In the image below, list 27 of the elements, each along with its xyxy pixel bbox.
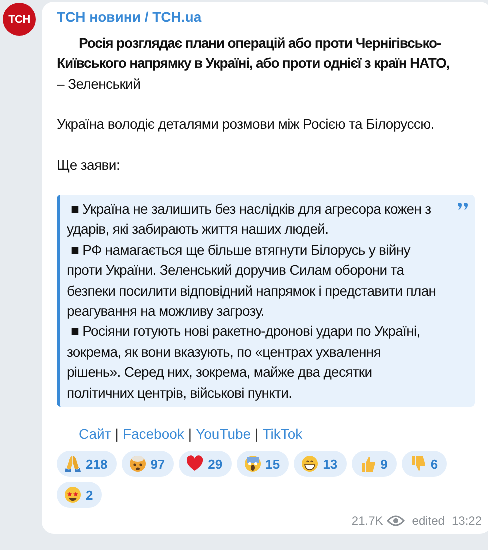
reaction-button[interactable]: 6 (402, 451, 448, 478)
channel-name[interactable]: ТСН новини / ТСН.ua (57, 8, 482, 26)
message-time: 13:22 (452, 514, 482, 528)
reaction-button[interactable]: 13 (294, 451, 347, 478)
reaction-button[interactable]: 29 (179, 451, 232, 478)
link[interactable]: TikTok (262, 424, 303, 444)
view-count: 21.7K (352, 514, 384, 528)
link[interactable]: Сайт (79, 424, 112, 444)
reaction-button[interactable]: 2 (57, 482, 102, 508)
reaction-button[interactable]: 9 (352, 451, 397, 478)
link[interactable]: Facebook (122, 424, 184, 444)
reaction-button[interactable]: 97 (122, 451, 174, 478)
quote-paragraph: ■ РФ намагається ще більше втягнути Білорусь у війну проти України. Зеленський доручив Силам оборони та безпеки посилити відповідний напрямок і представити план реагування на можливу загрозу. (67, 240, 437, 322)
edited-label: edited (412, 514, 445, 528)
link-separator: | (255, 425, 259, 444)
link-separator: | (188, 425, 192, 444)
message-paragraph: Україна володіє деталями розмови між Росією та Білоруссю. (57, 115, 436, 134)
reaction-button[interactable]: 218 (57, 451, 117, 478)
headline-attribution: – Зеленський (57, 74, 142, 94)
channel-avatar[interactable]: ТСН (3, 3, 36, 36)
quote-paragraph: ■ Росіяни готують нові ракетно-дронові удари по Україні, зокрема, як вони вказують, по «центрах ухвалення рішень». Серед них, зокрема, майже два десятки політичних центрів, військові пункти. (67, 322, 422, 403)
link[interactable]: YouTube (196, 424, 252, 444)
reaction-button[interactable]: 15 (236, 451, 290, 478)
quote-paragraph: ■ Україна не залишить без наслідків для агресора кожен з ударів, які забирають життя наших людей. (67, 200, 432, 240)
message-paragraph: Ще заяви: (57, 156, 122, 175)
link-separator: | (115, 425, 119, 444)
headline-text: Росія розглядає плани операцій або проти Чернігівсько-Київського напрямку в Україні, або проти однієї з країн НАТО, (57, 34, 451, 74)
